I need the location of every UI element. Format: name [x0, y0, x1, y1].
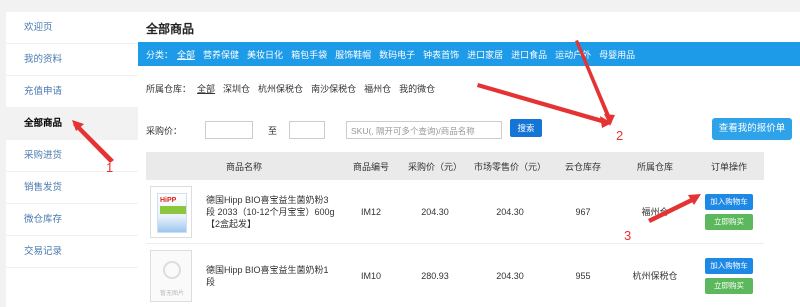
annotation-1: 1	[106, 160, 114, 175]
app-root: 欢迎页 我的资料 充值申请 全部商品 采购进货 销售发货 微仓库存 交易记录 全…	[0, 0, 800, 307]
arrow-3	[648, 197, 695, 223]
annotation-2: 2	[616, 128, 624, 143]
annotation-arrows	[72, 40, 701, 223]
arrow-2	[477, 83, 610, 125]
annotation-3: 3	[624, 228, 632, 243]
arrow-2b	[575, 40, 612, 121]
